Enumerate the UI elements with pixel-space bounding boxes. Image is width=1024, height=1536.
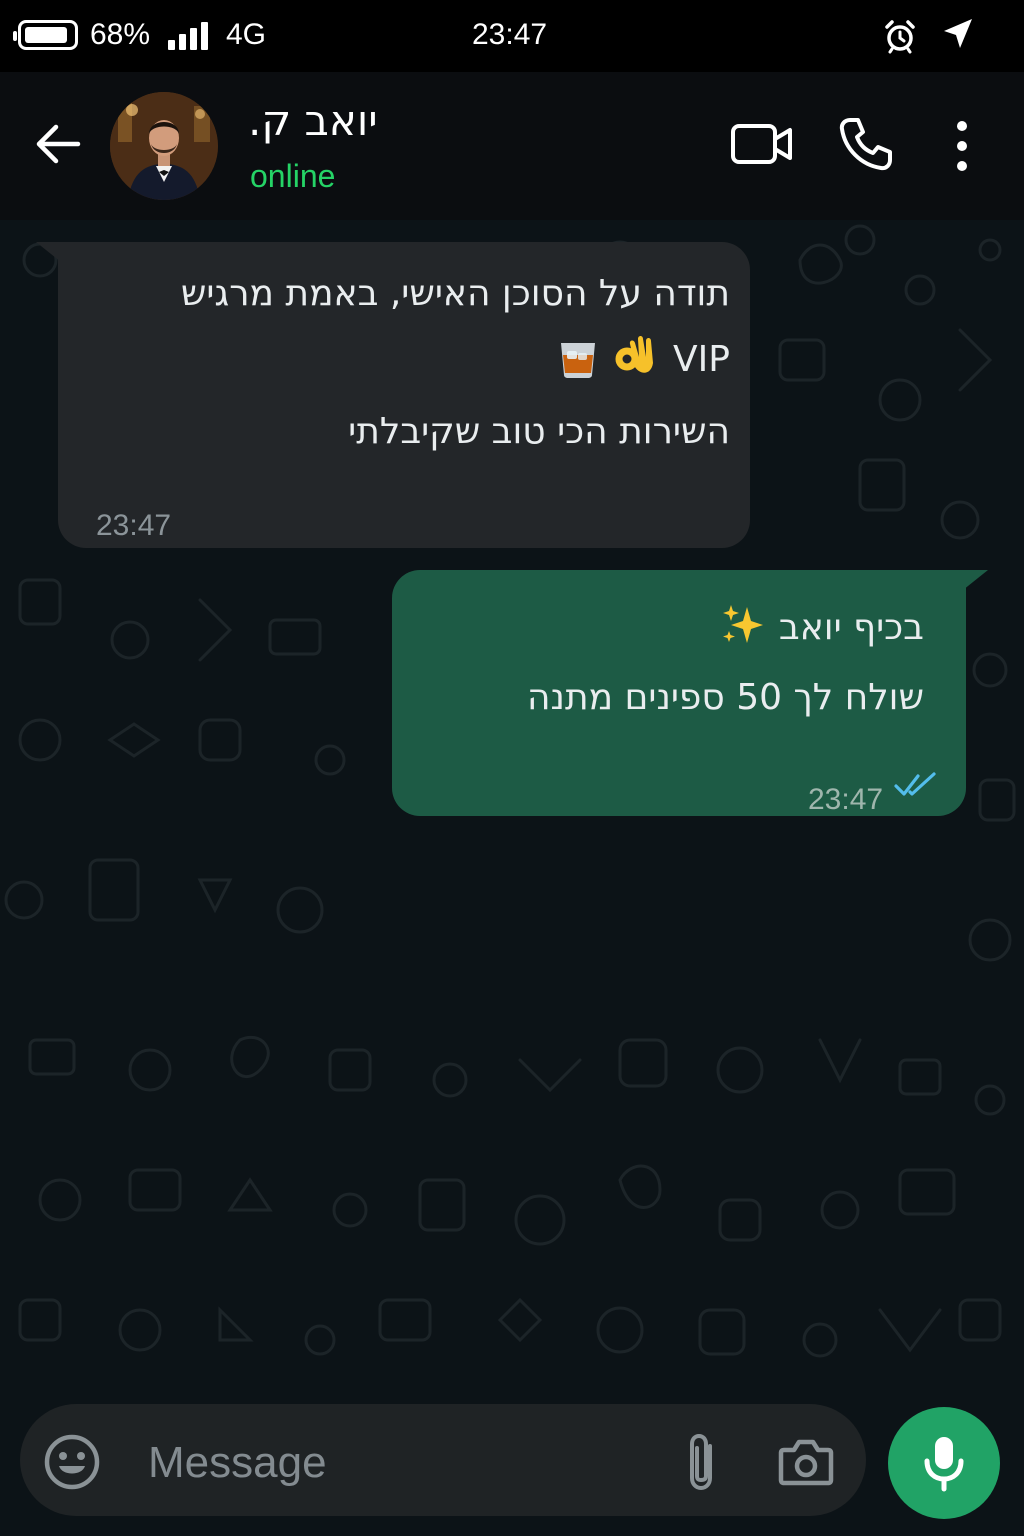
location-arrow-icon	[944, 19, 972, 48]
attach-icon[interactable]	[680, 1432, 724, 1494]
message-text-line: שולח לך 50 ספינים מתנה	[527, 677, 924, 718]
incoming-message-bubble[interactable]: תודה על הסוכן האישי, באמת מרגיש VIP השיר…	[58, 242, 750, 548]
message-text-line: תודה על הסוכן האישי, באמת מרגיש	[180, 273, 730, 314]
signal-icon	[168, 20, 208, 50]
message-text-line: השירות הכי טוב שקיבלתי	[348, 411, 730, 452]
alarm-icon	[885, 20, 915, 54]
message-input[interactable]	[148, 1432, 628, 1494]
whisky-glass-emoji	[561, 343, 596, 378]
avatar[interactable]	[110, 92, 218, 200]
more-options-icon[interactable]	[944, 118, 980, 174]
video-call-icon[interactable]	[730, 120, 794, 168]
message-text-line: בכיף יואב	[719, 594, 924, 662]
camera-icon[interactable]	[778, 1436, 834, 1488]
outgoing-message-bubble[interactable]: בכיף יואב שולח לך 50 ספינים מתנה 23:47	[392, 570, 966, 816]
vip-text: VIP	[673, 339, 730, 380]
read-double-tick-icon	[894, 772, 936, 796]
phone-call-icon[interactable]	[836, 114, 896, 174]
status-bar: 68% 4G 23:47	[0, 0, 1024, 72]
mic-icon	[924, 1437, 964, 1492]
chat-header: יואב ק. online	[0, 72, 1024, 220]
emoji-icon[interactable]	[42, 1432, 102, 1492]
message-timestamp: 23:47	[808, 783, 884, 816]
sparkles-emoji	[723, 605, 764, 643]
back-arrow-icon[interactable]	[30, 116, 86, 172]
greeting-text: בכיף יואב	[778, 607, 924, 648]
status-clock: 23:47	[472, 18, 548, 51]
network-type: 4G	[226, 18, 267, 51]
battery-icon	[13, 20, 78, 50]
contact-name[interactable]: יואב ק.	[248, 96, 548, 145]
voice-record-button[interactable]	[888, 1407, 1000, 1519]
message-timestamp: 23:47	[96, 509, 172, 542]
battery-percentage: 68%	[90, 18, 151, 51]
message-text-line-vip: VIP	[557, 326, 730, 394]
contact-status: online	[250, 158, 336, 194]
ok-hand-emoji	[615, 336, 654, 373]
